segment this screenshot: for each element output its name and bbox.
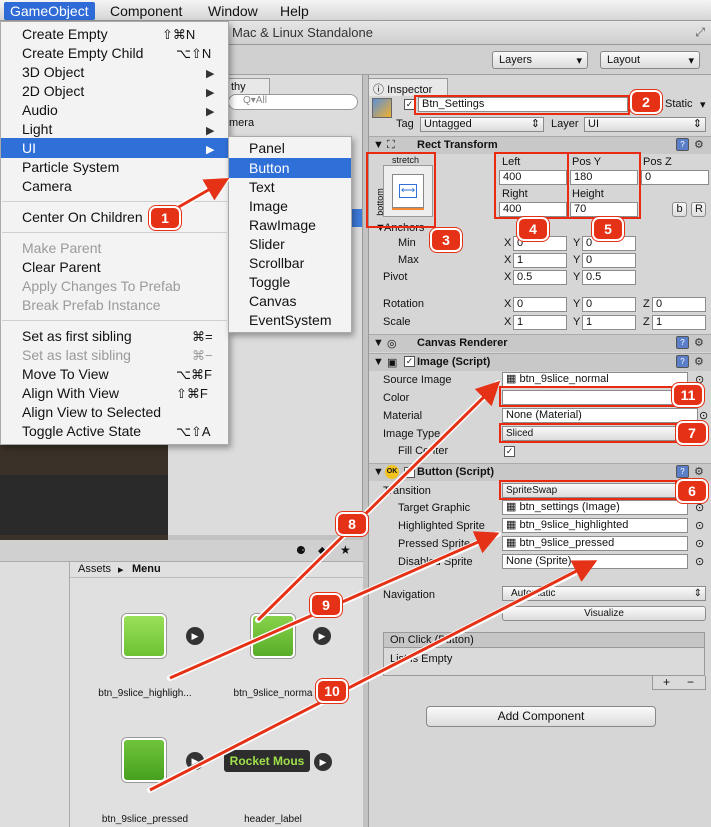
callout-badge-5: 5 — [592, 217, 624, 241]
callout-badge-3: 3 — [430, 228, 462, 252]
arrow-10 — [149, 560, 598, 792]
callout-badge-6: 6 — [676, 479, 708, 503]
callout-badge-7: 7 — [676, 421, 708, 445]
callout-badge-11: 11 — [672, 383, 704, 407]
callout-badge-9: 9 — [310, 593, 342, 617]
callout-badge-1: 1 — [149, 206, 181, 230]
callout-badge-8: 8 — [336, 512, 368, 536]
callout-badge-2: 2 — [630, 90, 662, 114]
callout-badge-10: 10 — [316, 679, 348, 703]
callout-badge-4: 4 — [517, 217, 549, 241]
annotation-arrows — [147, 177, 599, 793]
